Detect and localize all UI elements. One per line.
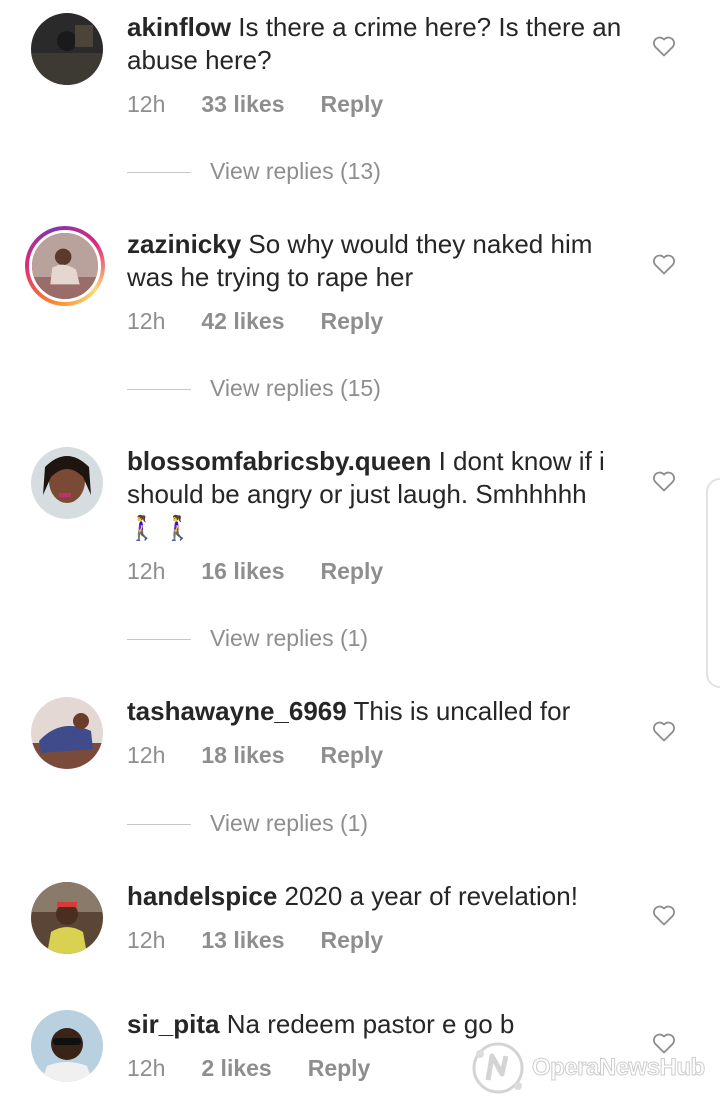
comment-username[interactable]: tashawayne_6969 — [127, 696, 347, 726]
comment-meta: 12h 33 likes Reply — [127, 91, 419, 118]
comment-text: handelspice 2020 a year of revelation! — [127, 880, 627, 913]
comment-text: tashawayne_6969 This is uncalled for — [127, 695, 627, 728]
comment-username[interactable]: sir_pita — [127, 1009, 220, 1039]
comment-likes[interactable]: 13 likes — [201, 927, 284, 954]
comment-username[interactable]: akinflow — [127, 12, 231, 42]
heart-icon[interactable] — [652, 35, 676, 57]
comment-time: 12h — [127, 558, 166, 584]
comment-username[interactable]: blossomfabricsby.queen — [127, 446, 431, 476]
comment-meta: 12h 18 likes Reply — [127, 742, 419, 769]
reply-button[interactable]: Reply — [321, 308, 384, 335]
avatar[interactable] — [31, 882, 103, 954]
heart-icon[interactable] — [652, 720, 676, 742]
reply-button[interactable]: Reply — [321, 558, 384, 585]
comment-text: blossomfabricsby.queen I dont know if i … — [127, 445, 627, 545]
comment-meta: 12h 42 likes Reply — [127, 308, 419, 335]
avatar[interactable] — [25, 226, 105, 306]
edge-panel-handle[interactable] — [706, 478, 720, 688]
comment-likes[interactable]: 2 likes — [201, 1055, 271, 1082]
comment-time: 12h — [127, 91, 166, 117]
comment-body: This is uncalled for — [353, 696, 571, 726]
reply-button[interactable]: Reply — [321, 927, 384, 954]
comment-username[interactable]: zazinicky — [127, 229, 241, 259]
view-replies-label[interactable]: View replies (15) — [210, 375, 381, 402]
comment-body: Na redeem pastor e go b — [226, 1009, 515, 1039]
comment-meta: 12h 2 likes Reply — [127, 1055, 406, 1082]
comment-likes[interactable]: 18 likes — [201, 742, 284, 769]
avatar[interactable] — [31, 1010, 103, 1082]
watermark-text: OperaNewsHub — [532, 1054, 706, 1082]
reply-button[interactable]: Reply — [321, 91, 384, 118]
replies-divider — [127, 172, 191, 173]
comment-likes[interactable]: 16 likes — [201, 558, 284, 585]
comment-text: zazinicky So why would they naked him wa… — [127, 228, 627, 294]
view-replies-label[interactable]: View replies (13) — [210, 158, 381, 185]
comment-time: 12h — [127, 927, 166, 953]
comment-meta: 12h 16 likes Reply — [127, 558, 419, 585]
view-replies-label[interactable]: View replies (1) — [210, 810, 368, 837]
comment-time: 12h — [127, 308, 166, 334]
comment-body: 2020 a year of revelation! — [284, 881, 578, 911]
avatar[interactable] — [31, 447, 103, 519]
comment-likes[interactable]: 42 likes — [201, 308, 284, 335]
replies-divider — [127, 639, 191, 640]
comment-time: 12h — [127, 1055, 166, 1081]
reply-button[interactable]: Reply — [308, 1055, 371, 1082]
replies-divider — [127, 824, 191, 825]
comment-username[interactable]: handelspice — [127, 881, 277, 911]
opera-news-logo-icon — [472, 1042, 524, 1094]
comment-likes[interactable]: 33 likes — [201, 91, 284, 118]
heart-icon[interactable] — [652, 253, 676, 275]
comment-text: akinflow Is there a crime here? Is there… — [127, 11, 627, 77]
avatar[interactable] — [31, 697, 103, 769]
heart-icon[interactable] — [652, 904, 676, 926]
replies-divider — [127, 389, 191, 390]
comment-emoji: 🚶‍♀️🚶‍♀️ — [127, 514, 199, 542]
avatar[interactable] — [31, 13, 103, 85]
heart-icon[interactable] — [652, 470, 676, 492]
comment-time: 12h — [127, 742, 166, 768]
comment-meta: 12h 13 likes Reply — [127, 927, 419, 954]
avatar-image — [29, 230, 101, 302]
view-replies-label[interactable]: View replies (1) — [210, 625, 368, 652]
reply-button[interactable]: Reply — [321, 742, 384, 769]
watermark: OperaNewsHub — [466, 1036, 716, 1100]
